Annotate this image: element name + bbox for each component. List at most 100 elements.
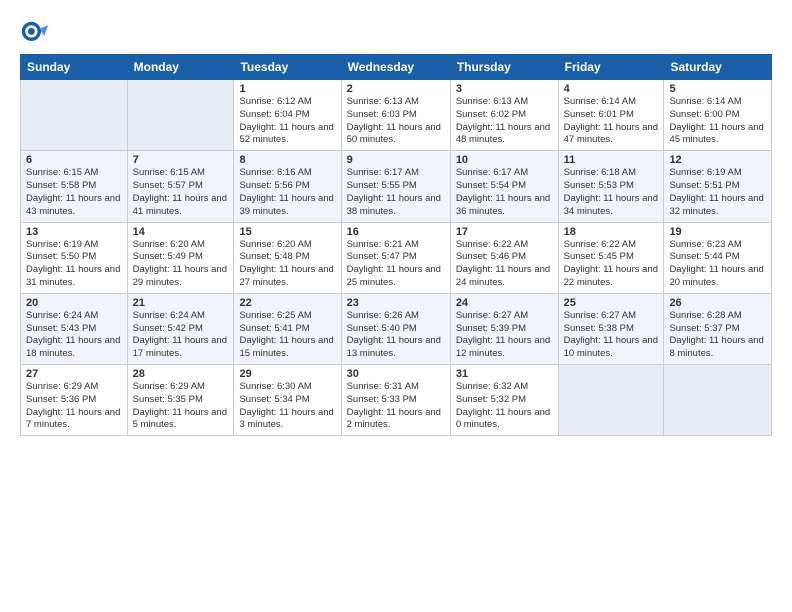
day-cell-4: 4Sunrise: 6:14 AMSunset: 6:01 PMDaylight… <box>558 80 664 151</box>
day-number: 3 <box>456 83 553 95</box>
day-info: Sunrise: 6:27 AMSunset: 5:38 PMDaylight:… <box>564 310 659 361</box>
day-info: Sunrise: 6:23 AMSunset: 5:44 PMDaylight:… <box>669 239 766 290</box>
day-number: 15 <box>239 226 335 238</box>
day-number: 9 <box>347 154 445 166</box>
day-info: Sunrise: 6:14 AMSunset: 6:00 PMDaylight:… <box>669 96 766 147</box>
day-info: Sunrise: 6:14 AMSunset: 6:01 PMDaylight:… <box>564 96 659 147</box>
day-cell-31: 31Sunrise: 6:32 AMSunset: 5:32 PMDayligh… <box>450 365 558 436</box>
day-cell-2: 2Sunrise: 6:13 AMSunset: 6:03 PMDaylight… <box>341 80 450 151</box>
day-cell-29: 29Sunrise: 6:30 AMSunset: 5:34 PMDayligh… <box>234 365 341 436</box>
day-cell-14: 14Sunrise: 6:20 AMSunset: 5:49 PMDayligh… <box>127 222 234 293</box>
calendar-week-row: 6Sunrise: 6:15 AMSunset: 5:58 PMDaylight… <box>21 151 772 222</box>
day-number: 29 <box>239 368 335 380</box>
empty-cell <box>127 80 234 151</box>
day-info: Sunrise: 6:15 AMSunset: 5:58 PMDaylight:… <box>26 167 122 218</box>
calendar-header-sunday: Sunday <box>21 55 128 80</box>
day-cell-22: 22Sunrise: 6:25 AMSunset: 5:41 PMDayligh… <box>234 293 341 364</box>
day-cell-12: 12Sunrise: 6:19 AMSunset: 5:51 PMDayligh… <box>664 151 772 222</box>
day-info: Sunrise: 6:19 AMSunset: 5:51 PMDaylight:… <box>669 167 766 218</box>
day-number: 2 <box>347 83 445 95</box>
day-info: Sunrise: 6:20 AMSunset: 5:49 PMDaylight:… <box>133 239 229 290</box>
day-info: Sunrise: 6:21 AMSunset: 5:47 PMDaylight:… <box>347 239 445 290</box>
day-cell-1: 1Sunrise: 6:12 AMSunset: 6:04 PMDaylight… <box>234 80 341 151</box>
day-number: 26 <box>669 297 766 309</box>
day-info: Sunrise: 6:27 AMSunset: 5:39 PMDaylight:… <box>456 310 553 361</box>
day-info: Sunrise: 6:24 AMSunset: 5:43 PMDaylight:… <box>26 310 122 361</box>
day-cell-27: 27Sunrise: 6:29 AMSunset: 5:36 PMDayligh… <box>21 365 128 436</box>
day-cell-21: 21Sunrise: 6:24 AMSunset: 5:42 PMDayligh… <box>127 293 234 364</box>
day-cell-26: 26Sunrise: 6:28 AMSunset: 5:37 PMDayligh… <box>664 293 772 364</box>
day-info: Sunrise: 6:16 AMSunset: 5:56 PMDaylight:… <box>239 167 335 218</box>
day-cell-9: 9Sunrise: 6:17 AMSunset: 5:55 PMDaylight… <box>341 151 450 222</box>
day-number: 18 <box>564 226 659 238</box>
day-info: Sunrise: 6:12 AMSunset: 6:04 PMDaylight:… <box>239 96 335 147</box>
day-number: 13 <box>26 226 122 238</box>
day-cell-5: 5Sunrise: 6:14 AMSunset: 6:00 PMDaylight… <box>664 80 772 151</box>
day-number: 8 <box>239 154 335 166</box>
day-cell-15: 15Sunrise: 6:20 AMSunset: 5:48 PMDayligh… <box>234 222 341 293</box>
day-info: Sunrise: 6:17 AMSunset: 5:54 PMDaylight:… <box>456 167 553 218</box>
logo <box>20 20 52 48</box>
day-number: 7 <box>133 154 229 166</box>
day-number: 4 <box>564 83 659 95</box>
calendar-header-saturday: Saturday <box>664 55 772 80</box>
day-info: Sunrise: 6:18 AMSunset: 5:53 PMDaylight:… <box>564 167 659 218</box>
calendar-header-friday: Friday <box>558 55 664 80</box>
day-info: Sunrise: 6:25 AMSunset: 5:41 PMDaylight:… <box>239 310 335 361</box>
day-number: 31 <box>456 368 553 380</box>
day-cell-16: 16Sunrise: 6:21 AMSunset: 5:47 PMDayligh… <box>341 222 450 293</box>
day-number: 25 <box>564 297 659 309</box>
day-number: 16 <box>347 226 445 238</box>
day-cell-7: 7Sunrise: 6:15 AMSunset: 5:57 PMDaylight… <box>127 151 234 222</box>
day-info: Sunrise: 6:28 AMSunset: 5:37 PMDaylight:… <box>669 310 766 361</box>
day-cell-13: 13Sunrise: 6:19 AMSunset: 5:50 PMDayligh… <box>21 222 128 293</box>
calendar-header-row: SundayMondayTuesdayWednesdayThursdayFrid… <box>21 55 772 80</box>
day-info: Sunrise: 6:29 AMSunset: 5:35 PMDaylight:… <box>133 381 229 432</box>
day-number: 21 <box>133 297 229 309</box>
day-cell-28: 28Sunrise: 6:29 AMSunset: 5:35 PMDayligh… <box>127 365 234 436</box>
day-number: 27 <box>26 368 122 380</box>
day-cell-30: 30Sunrise: 6:31 AMSunset: 5:33 PMDayligh… <box>341 365 450 436</box>
calendar-table: SundayMondayTuesdayWednesdayThursdayFrid… <box>20 54 772 436</box>
day-number: 22 <box>239 297 335 309</box>
day-number: 12 <box>669 154 766 166</box>
header <box>20 16 772 48</box>
day-info: Sunrise: 6:15 AMSunset: 5:57 PMDaylight:… <box>133 167 229 218</box>
day-number: 6 <box>26 154 122 166</box>
day-cell-25: 25Sunrise: 6:27 AMSunset: 5:38 PMDayligh… <box>558 293 664 364</box>
day-info: Sunrise: 6:22 AMSunset: 5:46 PMDaylight:… <box>456 239 553 290</box>
day-cell-10: 10Sunrise: 6:17 AMSunset: 5:54 PMDayligh… <box>450 151 558 222</box>
day-info: Sunrise: 6:20 AMSunset: 5:48 PMDaylight:… <box>239 239 335 290</box>
day-info: Sunrise: 6:26 AMSunset: 5:40 PMDaylight:… <box>347 310 445 361</box>
calendar-week-row: 13Sunrise: 6:19 AMSunset: 5:50 PMDayligh… <box>21 222 772 293</box>
day-number: 20 <box>26 297 122 309</box>
day-number: 24 <box>456 297 553 309</box>
day-number: 17 <box>456 226 553 238</box>
day-cell-8: 8Sunrise: 6:16 AMSunset: 5:56 PMDaylight… <box>234 151 341 222</box>
day-cell-17: 17Sunrise: 6:22 AMSunset: 5:46 PMDayligh… <box>450 222 558 293</box>
day-number: 19 <box>669 226 766 238</box>
day-cell-24: 24Sunrise: 6:27 AMSunset: 5:39 PMDayligh… <box>450 293 558 364</box>
day-cell-18: 18Sunrise: 6:22 AMSunset: 5:45 PMDayligh… <box>558 222 664 293</box>
empty-cell <box>664 365 772 436</box>
day-number: 30 <box>347 368 445 380</box>
day-info: Sunrise: 6:13 AMSunset: 6:03 PMDaylight:… <box>347 96 445 147</box>
day-info: Sunrise: 6:19 AMSunset: 5:50 PMDaylight:… <box>26 239 122 290</box>
page: SundayMondayTuesdayWednesdayThursdayFrid… <box>0 0 792 612</box>
day-info: Sunrise: 6:30 AMSunset: 5:34 PMDaylight:… <box>239 381 335 432</box>
empty-cell <box>558 365 664 436</box>
calendar-header-wednesday: Wednesday <box>341 55 450 80</box>
day-number: 11 <box>564 154 659 166</box>
calendar-week-row: 27Sunrise: 6:29 AMSunset: 5:36 PMDayligh… <box>21 365 772 436</box>
day-number: 10 <box>456 154 553 166</box>
day-cell-6: 6Sunrise: 6:15 AMSunset: 5:58 PMDaylight… <box>21 151 128 222</box>
logo-icon <box>20 20 48 48</box>
day-info: Sunrise: 6:31 AMSunset: 5:33 PMDaylight:… <box>347 381 445 432</box>
calendar-week-row: 1Sunrise: 6:12 AMSunset: 6:04 PMDaylight… <box>21 80 772 151</box>
day-cell-11: 11Sunrise: 6:18 AMSunset: 5:53 PMDayligh… <box>558 151 664 222</box>
day-number: 1 <box>239 83 335 95</box>
day-info: Sunrise: 6:17 AMSunset: 5:55 PMDaylight:… <box>347 167 445 218</box>
day-info: Sunrise: 6:22 AMSunset: 5:45 PMDaylight:… <box>564 239 659 290</box>
empty-cell <box>21 80 128 151</box>
day-info: Sunrise: 6:32 AMSunset: 5:32 PMDaylight:… <box>456 381 553 432</box>
